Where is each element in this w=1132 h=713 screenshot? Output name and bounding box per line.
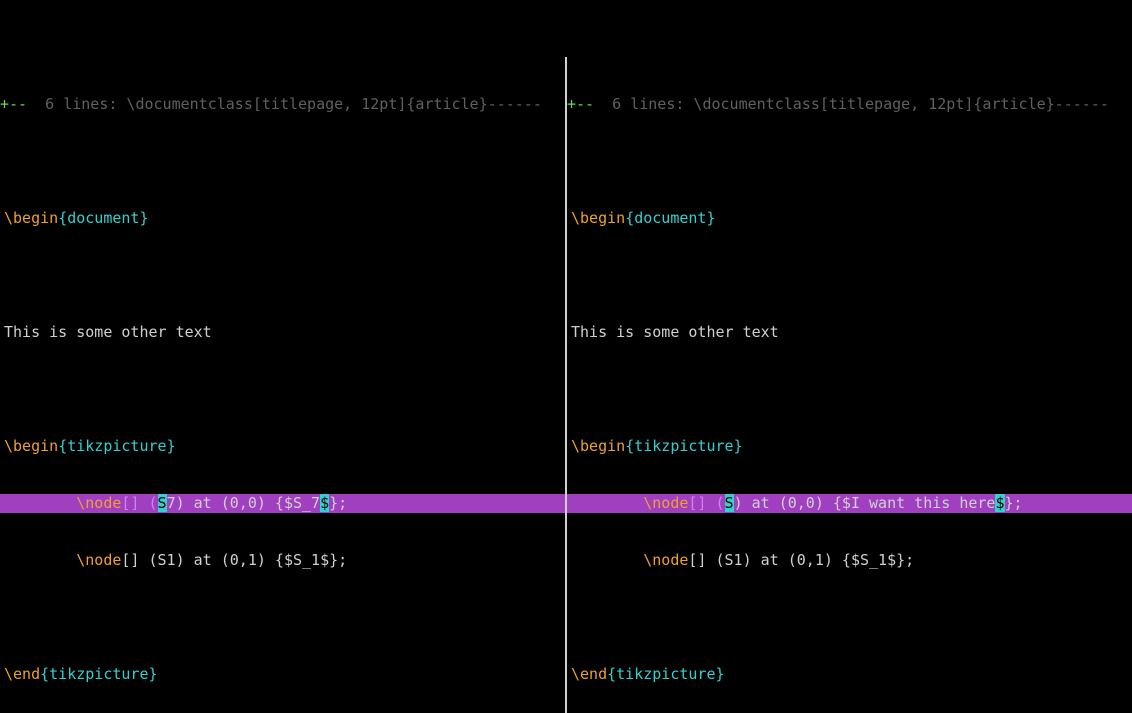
fold-line[interactable]: +-- 6 lines: \documentclass[titlepage, 1… xyxy=(567,95,1132,114)
tikz-id: tikzpicture xyxy=(67,437,166,455)
begin-tikz: \begin xyxy=(4,437,58,455)
begin-tikz: \begin xyxy=(571,437,625,455)
diff-line-node: \node[] (S) at (0,0) {$I want this here$… xyxy=(567,494,1132,513)
fold-text: 6 lines: \documentclass[titlepage, 12pt]… xyxy=(27,95,542,113)
fold-marker: +-- xyxy=(0,95,27,113)
paren: ( xyxy=(716,494,725,512)
node-kw: \node xyxy=(76,494,121,512)
node-kw: \node xyxy=(643,494,688,512)
node-kw2: \node xyxy=(76,551,121,569)
node-kw2: \node xyxy=(643,551,688,569)
fold-line[interactable]: +-- 6 lines: \documentclass[titlepage, 1… xyxy=(0,95,565,114)
left-pane[interactable]: +-- 6 lines: \documentclass[titlepage, 1… xyxy=(0,57,565,713)
right-pane[interactable]: +-- 6 lines: \documentclass[titlepage, 1… xyxy=(567,57,1132,713)
tikz-id2: tikzpicture xyxy=(616,665,715,683)
node2: [] (S1) at (0,1) {$S_1$}; xyxy=(121,551,347,569)
doc-id: document xyxy=(67,209,139,227)
node-tail: }; xyxy=(1005,494,1023,512)
plain-text: This is some other text xyxy=(571,323,779,341)
begin-kw: \begin xyxy=(4,209,58,227)
cursor-char: S xyxy=(158,494,167,512)
begin-kw: \begin xyxy=(571,209,625,227)
node-body: 7) at (0,0) {$S_7 xyxy=(167,494,321,512)
node-tail: }; xyxy=(329,494,347,512)
fold-marker: +-- xyxy=(567,95,594,113)
tikz-id2: tikzpicture xyxy=(49,665,148,683)
split-panes: +-- 6 lines: \documentclass[titlepage, 1… xyxy=(0,57,1132,713)
doc-id: document xyxy=(634,209,706,227)
fold-text: 6 lines: \documentclass[titlepage, 12pt]… xyxy=(594,95,1109,113)
paren: ( xyxy=(149,494,158,512)
node2: [] (S1) at (0,1) {$S_1$}; xyxy=(688,551,914,569)
end-tikz: \end xyxy=(4,665,40,683)
tikz-id: tikzpicture xyxy=(634,437,733,455)
node-body: ) at (0,0) {$I want this here xyxy=(734,494,996,512)
plain-text: This is some other text xyxy=(4,323,212,341)
cursor-char: S xyxy=(725,494,734,512)
end-tikz: \end xyxy=(571,665,607,683)
diff-line-node: \node[] (S7) at (0,0) {$S_7$}; xyxy=(0,494,565,513)
